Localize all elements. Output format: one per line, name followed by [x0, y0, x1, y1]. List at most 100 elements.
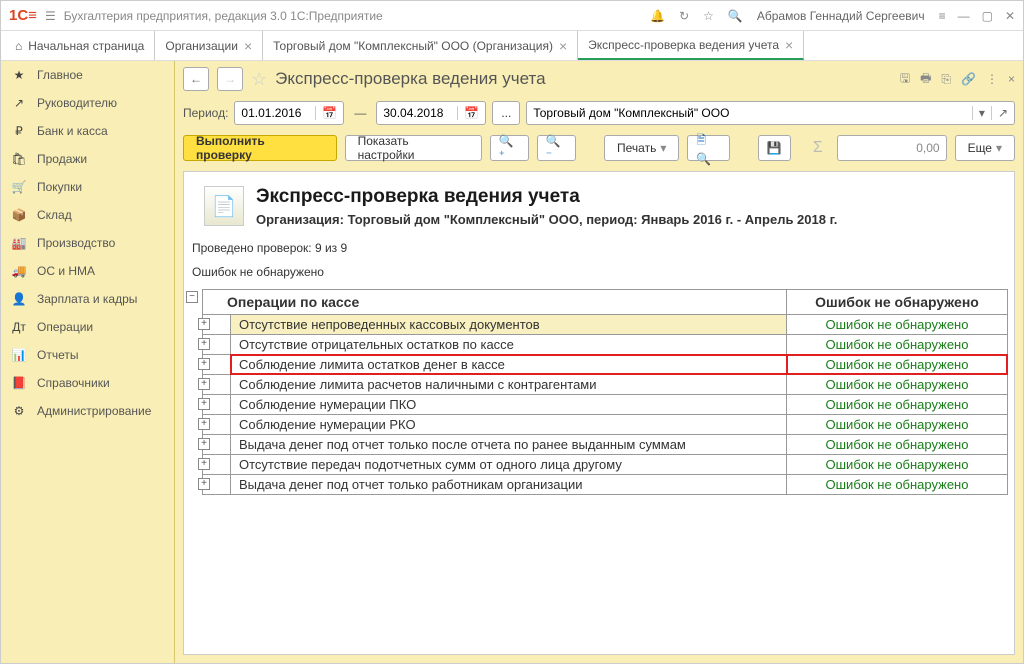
close-page-icon[interactable]: ×: [1008, 72, 1015, 86]
sidebar-item[interactable]: 👤Зарплата и кадры: [1, 285, 174, 313]
tab-label: Экспресс-проверка ведения учета: [588, 38, 779, 52]
organization-field[interactable]: [527, 106, 972, 120]
user-name[interactable]: Абрамов Геннадий Сергеевич: [757, 9, 925, 23]
sidebar-item[interactable]: 🛍Продажи: [1, 145, 174, 173]
report-area[interactable]: 📄 Экспресс-проверка ведения учета Органи…: [183, 171, 1015, 655]
more-menu-icon[interactable]: ⋮: [986, 72, 998, 86]
expand-toggle[interactable]: +: [198, 358, 210, 370]
row-status: Ошибок не обнаружено: [787, 335, 1007, 354]
row-description: Соблюдение лимита остатков денег в кассе: [231, 355, 787, 374]
sidebar-item[interactable]: ↗Руководителю: [1, 89, 174, 117]
row-description: Выдача денег под отчет только работникам…: [231, 475, 787, 494]
date-from-input[interactable]: 📅: [234, 101, 344, 125]
sidebar-icon: 🛒: [11, 180, 27, 194]
row-status: Ошибок не обнаружено: [787, 435, 1007, 454]
hamburger-icon[interactable]: ☰: [45, 9, 56, 23]
zoom-out-button[interactable]: 🔍⁻: [537, 135, 576, 161]
table-row[interactable]: Соблюдение нумерации ПКО Ошибок не обнар…: [202, 395, 1008, 415]
more-button[interactable]: Еще ▾: [955, 135, 1015, 161]
show-settings-button[interactable]: Показать настройки: [345, 135, 482, 161]
expand-toggle[interactable]: +: [198, 418, 210, 430]
open-icon[interactable]: ↗: [991, 106, 1014, 120]
calendar-icon[interactable]: 📅: [457, 106, 485, 120]
expand-toggle[interactable]: +: [198, 398, 210, 410]
row-description: Отсутствие непроведенных кассовых докуме…: [231, 315, 787, 334]
zoom-in-button[interactable]: 🔍⁺: [490, 135, 529, 161]
table-row[interactable]: Отсутствие непроведенных кассовых докуме…: [202, 315, 1008, 335]
sidebar-item[interactable]: 🚚ОС и НМА: [1, 257, 174, 285]
search-icon[interactable]: 🔍: [728, 9, 743, 23]
sidebar-item[interactable]: 📕Справочники: [1, 369, 174, 397]
bell-icon[interactable]: 🔔: [650, 9, 665, 23]
table-row[interactable]: Соблюдение лимита остатков денег в кассе…: [202, 355, 1008, 375]
minimize-button[interactable]: —: [958, 9, 970, 23]
close-icon[interactable]: ×: [785, 37, 793, 53]
star-icon[interactable]: ☆: [703, 9, 714, 23]
table-row[interactable]: Соблюдение нумерации РКО Ошибок не обнар…: [202, 415, 1008, 435]
tab-express-check[interactable]: Экспресс-проверка ведения учета ×: [578, 31, 804, 60]
report-subtitle: Организация: Торговый дом "Комплексный" …: [256, 212, 837, 227]
sidebar: ★Главное↗Руководителю₽Банк и касса🛍Прода…: [1, 61, 175, 663]
nav-forward-button: →: [217, 67, 243, 91]
table-row[interactable]: Отсутствие отрицательных остатков по кас…: [202, 335, 1008, 355]
export-icon[interactable]: ⎘: [941, 72, 951, 87]
history-icon[interactable]: ↻: [679, 9, 689, 23]
sidebar-item-label: Зарплата и кадры: [37, 292, 137, 306]
period-select-button[interactable]: ...: [492, 101, 520, 125]
sigma-icon: Σ: [807, 139, 829, 157]
sidebar-item[interactable]: ₽Банк и касса: [1, 117, 174, 145]
row-description: Выдача денег под отчет только после отче…: [231, 435, 787, 454]
tab-organizations[interactable]: Организации ×: [155, 31, 263, 60]
print-icon[interactable]: 🖶: [920, 69, 931, 90]
sidebar-item[interactable]: 📦Склад: [1, 201, 174, 229]
report-title: Экспресс-проверка ведения учета: [256, 186, 837, 208]
checks-done-text: Проведено проверок: 9 из 9: [190, 237, 1008, 265]
dropdown-icon[interactable]: ▾: [972, 106, 991, 120]
print-button[interactable]: Печать ▾: [604, 135, 679, 161]
group-row[interactable]: Операции по кассе Ошибок не обнаружено: [202, 289, 1008, 315]
organization-select[interactable]: ▾ ↗: [526, 101, 1015, 125]
row-status: Ошибок не обнаружено: [787, 395, 1007, 414]
sum-field[interactable]: 0,00: [837, 135, 947, 161]
expand-toggle[interactable]: +: [198, 318, 210, 330]
user-dropdown-icon[interactable]: ≡: [939, 9, 946, 23]
close-icon[interactable]: ×: [559, 38, 567, 54]
preview-button[interactable]: 🗎🔍: [687, 135, 730, 161]
save-disk-button[interactable]: 💾: [758, 135, 791, 161]
run-check-button[interactable]: Выполнить проверку: [183, 135, 337, 161]
sidebar-item[interactable]: 📊Отчеты: [1, 341, 174, 369]
table-row[interactable]: Выдача денег под отчет только после отче…: [202, 435, 1008, 455]
table-row[interactable]: Соблюдение лимита расчетов наличными с к…: [202, 375, 1008, 395]
sidebar-item[interactable]: ★Главное: [1, 61, 174, 89]
table-row[interactable]: Выдача денег под отчет только работникам…: [202, 475, 1008, 495]
sidebar-item-label: Главное: [37, 68, 83, 82]
close-icon[interactable]: ×: [244, 38, 252, 54]
nav-back-button[interactable]: ←: [183, 67, 209, 91]
date-from-field[interactable]: [235, 106, 315, 120]
collapse-toggle[interactable]: −: [186, 291, 198, 303]
sidebar-item[interactable]: 🛒Покупки: [1, 173, 174, 201]
tab-bar: ⌂ Начальная страница Организации × Торго…: [1, 31, 1023, 61]
date-to-field[interactable]: [377, 106, 457, 120]
save-icon[interactable]: 🖫: [900, 69, 910, 90]
expand-toggle[interactable]: +: [198, 378, 210, 390]
page-title: Экспресс-проверка ведения учета: [275, 69, 545, 89]
sidebar-item[interactable]: 🏭Производство: [1, 229, 174, 257]
calendar-icon[interactable]: 📅: [315, 106, 343, 120]
table-row[interactable]: Отсутствие передач подотчетных сумм от о…: [202, 455, 1008, 475]
favorite-star-icon[interactable]: ☆: [251, 69, 267, 90]
maximize-button[interactable]: ▢: [982, 9, 993, 23]
sidebar-item[interactable]: ДтОперации: [1, 313, 174, 341]
close-button[interactable]: ✕: [1005, 9, 1015, 23]
expand-toggle[interactable]: +: [198, 338, 210, 350]
sidebar-icon: 🏭: [11, 236, 27, 250]
expand-toggle[interactable]: +: [198, 458, 210, 470]
sidebar-item[interactable]: ⚙Администрирование: [1, 397, 174, 425]
tab-organization-detail[interactable]: Торговый дом "Комплексный" ООО (Организа…: [263, 31, 578, 60]
link-icon[interactable]: 🔗: [961, 72, 976, 86]
date-to-input[interactable]: 📅: [376, 101, 486, 125]
group-status: Ошибок не обнаружено: [787, 290, 1007, 314]
expand-toggle[interactable]: +: [198, 478, 210, 490]
expand-toggle[interactable]: +: [198, 438, 210, 450]
tab-home[interactable]: ⌂ Начальная страница: [1, 31, 155, 60]
